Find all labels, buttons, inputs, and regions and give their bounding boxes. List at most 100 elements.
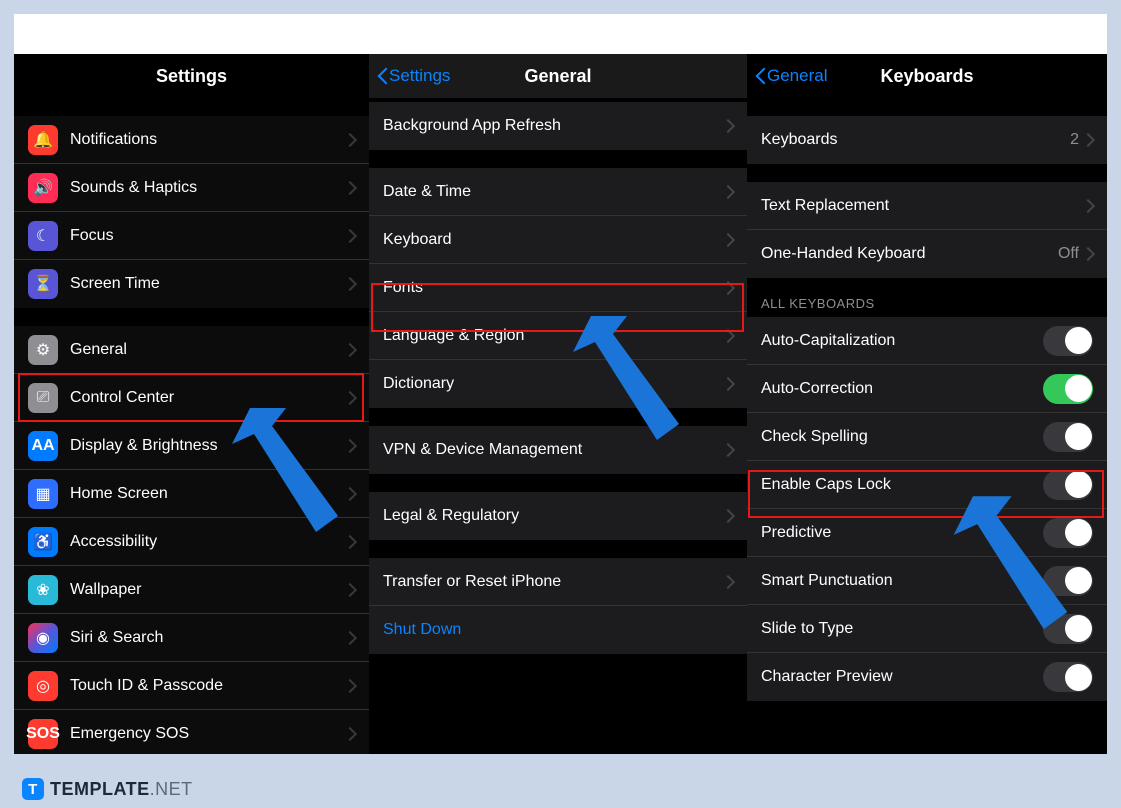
brand-thin: .NET	[150, 779, 193, 799]
row-auto-correction[interactable]: Auto-Correction	[747, 365, 1107, 413]
row-general[interactable]: ⚙General	[14, 326, 369, 374]
SOS-icon: SOS	[28, 719, 58, 749]
panel3-title: Keyboards	[880, 66, 973, 87]
toggle-knob	[1065, 664, 1092, 691]
chevron-right-icon	[725, 443, 733, 457]
row-label: Date & Time	[383, 183, 725, 201]
row-control-center[interactable]: ⎚ Control Center	[14, 374, 369, 422]
back-label: General	[767, 66, 827, 86]
chevron-left-icon	[377, 67, 387, 85]
row-predictive[interactable]: Predictive	[747, 509, 1107, 557]
flower-icon: ❀	[28, 575, 58, 605]
brand-bold: TEMPLATE	[50, 779, 150, 799]
chevron-right-icon	[347, 343, 355, 357]
chevron-right-icon	[347, 631, 355, 645]
row-dictionary[interactable]: Dictionary	[369, 360, 747, 408]
chevron-right-icon	[347, 679, 355, 693]
panel3-header: General Keyboards	[747, 54, 1107, 98]
row-emergency-sos[interactable]: SOS Emergency SOS	[14, 710, 369, 754]
row-label: Touch ID & Passcode	[70, 677, 347, 695]
moon-icon: ☾	[28, 221, 58, 251]
chevron-right-icon	[725, 377, 733, 391]
row-display-brightness[interactable]: AA Display & Brightness	[14, 422, 369, 470]
row-date-time[interactable]: Date & Time	[369, 168, 747, 216]
back-to-general[interactable]: General	[755, 66, 827, 86]
gear-icon: ⚙	[28, 335, 58, 365]
row-one-handed-keyboard[interactable]: One-Handed KeyboardOff	[747, 230, 1107, 278]
row-label: Keyboard	[383, 231, 725, 249]
row-home-screen[interactable]: ▦Home Screen	[14, 470, 369, 518]
row-label: Wallpaper	[70, 581, 347, 599]
row-focus[interactable]: ☾ Focus	[14, 212, 369, 260]
row-enable-caps-lock[interactable]: Enable Caps Lock	[747, 461, 1107, 509]
keyboards-panel: General Keyboards Keyboards2 Text Replac…	[747, 54, 1107, 754]
toggle-smart-punctuation[interactable]	[1043, 566, 1093, 596]
toggle-auto-correction[interactable]	[1043, 374, 1093, 404]
row-siri-search[interactable]: ◉Siri & Search	[14, 614, 369, 662]
chevron-right-icon	[347, 487, 355, 501]
section-all-keyboards: ALL KEYBOARDS	[747, 278, 1107, 317]
back-label: Settings	[389, 66, 450, 86]
row-keyboard[interactable]: Keyboard	[369, 216, 747, 264]
row-legal-regulatory[interactable]: Legal & Regulatory	[369, 492, 747, 540]
row-check-spelling[interactable]: Check Spelling	[747, 413, 1107, 461]
chevron-right-icon	[1085, 199, 1093, 213]
settings-panel: Settings 🔔Notifications🔊Sounds & Haptics…	[14, 54, 369, 754]
toggle-knob	[1065, 519, 1092, 546]
row-smart-punctuation[interactable]: Smart Punctuation	[747, 557, 1107, 605]
row-slide-to-type[interactable]: Slide to Type	[747, 605, 1107, 653]
chevron-right-icon	[725, 185, 733, 199]
row-screen-time[interactable]: ⏳Screen Time	[14, 260, 369, 308]
chevron-right-icon	[347, 277, 355, 291]
tutorial-frame: Settings 🔔Notifications🔊Sounds & Haptics…	[14, 14, 1107, 754]
panel1-header: Settings	[14, 54, 369, 98]
toggle-enable-caps-lock[interactable]	[1043, 470, 1093, 500]
row-language-region[interactable]: Language & Region	[369, 312, 747, 360]
row-notifications[interactable]: 🔔Notifications	[14, 116, 369, 164]
row-label: Character Preview	[761, 668, 1043, 686]
row-label: Focus	[70, 227, 347, 245]
back-to-settings[interactable]: Settings	[377, 66, 450, 86]
chevron-right-icon	[1085, 133, 1093, 147]
row-fonts[interactable]: Fonts	[369, 264, 747, 312]
AA-icon: AA	[28, 431, 58, 461]
row-label: Enable Caps Lock	[761, 476, 1043, 494]
row-label: Home Screen	[70, 485, 347, 503]
toggle-predictive[interactable]	[1043, 518, 1093, 548]
row-label: Screen Time	[70, 275, 347, 293]
chevron-right-icon	[347, 229, 355, 243]
row-auto-capitalization[interactable]: Auto-Capitalization	[747, 317, 1107, 365]
row-label: Notifications	[70, 131, 347, 149]
row-label: Auto-Capitalization	[761, 332, 1043, 350]
panel2-title: General	[524, 66, 591, 87]
row-label: Emergency SOS	[70, 725, 347, 743]
row-keyboards[interactable]: Keyboards2	[747, 116, 1107, 164]
row-wallpaper[interactable]: ❀ Wallpaper	[14, 566, 369, 614]
toggle-character-preview[interactable]	[1043, 662, 1093, 692]
row-accessibility[interactable]: ♿Accessibility	[14, 518, 369, 566]
row-label: Control Center	[70, 389, 347, 407]
chevron-right-icon	[725, 575, 733, 589]
row-text-replacement[interactable]: Text Replacement	[747, 182, 1107, 230]
chevron-right-icon	[347, 535, 355, 549]
toggle-slide-to-type[interactable]	[1043, 614, 1093, 644]
row-sounds-haptics[interactable]: 🔊Sounds & Haptics	[14, 164, 369, 212]
row-vpn-device-management[interactable]: VPN & Device Management	[369, 426, 747, 474]
row-label: Display & Brightness	[70, 437, 347, 455]
row-character-preview[interactable]: Character Preview	[747, 653, 1107, 701]
toggle-check-spelling[interactable]	[1043, 422, 1093, 452]
row-touch-id-passcode[interactable]: ◎Touch ID & Passcode	[14, 662, 369, 710]
chevron-right-icon	[347, 439, 355, 453]
row-transfer-or-reset-iphone[interactable]: Transfer or Reset iPhone	[369, 558, 747, 606]
footer-brand: T TEMPLATE.NET	[22, 778, 193, 800]
template-logo-icon: T	[22, 778, 44, 800]
switches-icon: ⎚	[28, 383, 58, 413]
chevron-right-icon	[347, 727, 355, 741]
toggle-auto-capitalization[interactable]	[1043, 326, 1093, 356]
toggle-knob	[1065, 375, 1092, 402]
chevron-right-icon	[725, 281, 733, 295]
row-shut-down[interactable]: Shut Down	[369, 606, 747, 654]
row-label: Predictive	[761, 524, 1043, 542]
chevron-right-icon	[725, 119, 733, 133]
row-background-app-refresh[interactable]: Background App Refresh	[369, 102, 747, 150]
